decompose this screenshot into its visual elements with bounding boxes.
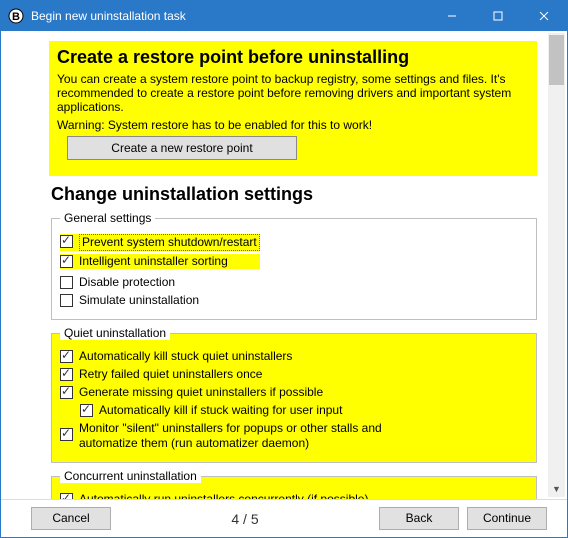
option-auto-kill-waiting[interactable]: Automatically kill if stuck waiting for … [80,403,528,418]
minimize-button[interactable] [429,1,475,31]
scrollbar-thumb[interactable] [549,35,564,85]
checkbox-icon[interactable] [60,255,73,268]
checkbox-icon[interactable] [60,276,73,289]
settings-heading: Change uninstallation settings [51,184,537,205]
restore-point-warning: Warning: System restore has to be enable… [57,118,529,132]
option-monitor-silent[interactable]: Monitor "silent" uninstallers for popups… [60,421,528,451]
quiet-legend: Quiet uninstallation [60,326,170,340]
general-settings-group: General settings Prevent system shutdown… [51,211,537,320]
vertical-scrollbar[interactable]: ▲ ▼ [548,33,565,497]
concurrent-legend: Concurrent uninstallation [60,469,201,483]
option-generate-missing[interactable]: Generate missing quiet uninstallers if p… [60,385,528,400]
checkbox-icon[interactable] [60,350,73,363]
option-label: Generate missing quiet uninstallers if p… [79,385,323,400]
option-intelligent-sorting[interactable]: Intelligent uninstaller sorting [60,254,260,269]
option-run-concurrently[interactable]: Automatically run uninstallers concurren… [60,492,528,499]
content-area: Create a restore point before uninstalli… [1,31,567,499]
svg-text:B: B [12,11,20,23]
scroll-down-icon[interactable]: ▼ [548,480,565,497]
restore-point-description: You can create a system restore point to… [57,72,529,114]
option-simulate-uninstallation[interactable]: Simulate uninstallation [60,293,528,308]
checkbox-icon[interactable] [60,368,73,381]
app-icon: B [7,7,25,25]
general-settings-legend: General settings [60,211,155,225]
option-retry-failed[interactable]: Retry failed quiet uninstallers once [60,367,528,382]
window-title: Begin new uninstallation task [31,9,429,23]
option-label: Automatically kill stuck quiet uninstall… [79,349,292,364]
continue-button[interactable]: Continue [467,507,547,530]
wizard-buttons: Cancel 4 / 5 Back Continue [1,499,567,537]
option-label: Simulate uninstallation [79,293,199,308]
checkbox-icon[interactable] [60,493,73,499]
option-label: Intelligent uninstaller sorting [79,254,228,269]
restore-point-heading: Create a restore point before uninstalli… [57,47,529,68]
maximize-button[interactable] [475,1,521,31]
checkbox-icon[interactable] [60,386,73,399]
option-label: Prevent system shutdown/restart [79,234,260,251]
quiet-uninstallation-group: Quiet uninstallation Automatically kill … [51,326,537,463]
option-label: Automatically run uninstallers concurren… [79,492,368,499]
close-button[interactable] [521,1,567,31]
create-restore-point-button[interactable]: Create a new restore point [67,136,297,160]
checkbox-icon[interactable] [60,428,73,441]
option-disable-protection[interactable]: Disable protection [60,275,528,290]
option-auto-kill-stuck[interactable]: Automatically kill stuck quiet uninstall… [60,349,528,364]
concurrent-uninstallation-group: Concurrent uninstallation Automatically … [51,469,537,499]
checkbox-icon[interactable] [80,404,93,417]
option-label: Monitor "silent" uninstallers for popups… [79,421,389,451]
titlebar: B Begin new uninstallation task [1,1,567,31]
step-indicator: 4 / 5 [119,511,371,527]
checkbox-icon[interactable] [60,294,73,307]
cancel-button[interactable]: Cancel [31,507,111,530]
option-label: Disable protection [79,275,175,290]
back-button[interactable]: Back [379,507,459,530]
option-label: Automatically kill if stuck waiting for … [99,403,342,418]
checkbox-icon[interactable] [60,235,73,248]
restore-point-section: Create a restore point before uninstalli… [49,41,537,176]
option-label: Retry failed quiet uninstallers once [79,367,262,382]
option-prevent-shutdown[interactable]: Prevent system shutdown/restart [60,234,260,251]
